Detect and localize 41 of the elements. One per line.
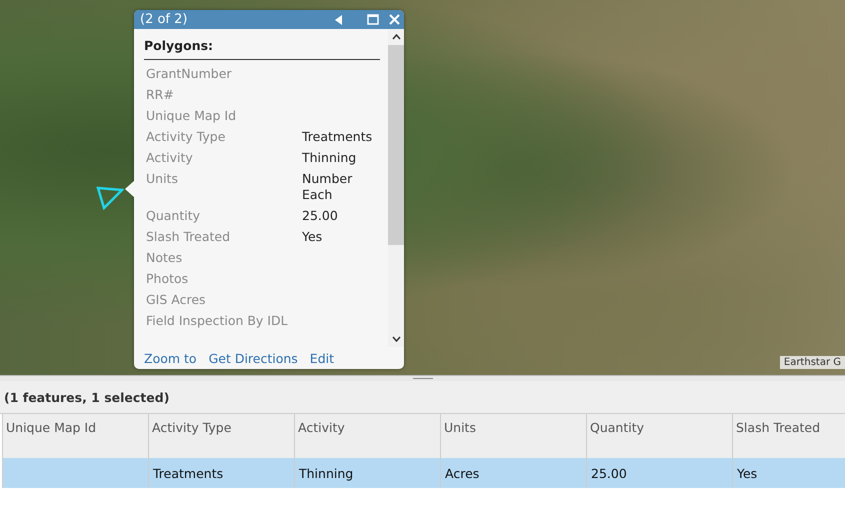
popup-pointer <box>125 180 135 198</box>
map-attribution: Earthstar G <box>780 356 845 369</box>
selection-summary: (1 features, 1 selected) <box>0 381 845 413</box>
action-link[interactable]: Get Directions <box>208 351 298 366</box>
field-label: GIS Acres <box>146 292 207 308</box>
table-cell: Thinning <box>299 466 354 480</box>
field-value: 25.00 <box>302 208 339 224</box>
close-icon[interactable] <box>389 14 400 25</box>
maximize-icon[interactable] <box>367 14 379 25</box>
table-cell: 25.00 <box>591 466 627 480</box>
field-label: Unique Map Id <box>146 108 238 124</box>
scroll-down-icon[interactable] <box>392 336 400 342</box>
previous-icon[interactable] <box>335 14 343 24</box>
scroll-up-icon[interactable] <box>392 34 400 40</box>
field-label: Activity <box>146 150 194 166</box>
field-value: Treatments <box>302 129 374 145</box>
field-label: Photos <box>146 271 190 287</box>
field-value: Number Each <box>302 171 354 203</box>
field-label: Units <box>146 171 179 188</box>
table-cell: Yes <box>737 466 758 480</box>
scroll-thumb[interactable] <box>388 45 404 245</box>
field-label: Field Inspection By IDL <box>146 313 289 329</box>
polygon-outline-icon <box>96 186 124 210</box>
field-label: RR# <box>146 87 175 103</box>
action-link[interactable]: Zoom to <box>144 351 197 366</box>
field-value: Thinning <box>302 150 358 166</box>
satellite-map-photo[interactable] <box>0 0 845 375</box>
field-value: Yes <box>302 229 324 245</box>
popup-title: (2 of 2) <box>140 12 188 27</box>
field-label: GrantNumber <box>146 66 233 82</box>
action-link[interactable]: Edit <box>310 351 334 366</box>
field-label: Notes <box>146 250 184 266</box>
field-label: Quantity <box>146 208 202 224</box>
layer-title: Polygons: <box>144 38 380 60</box>
field-label: Activity Type <box>146 129 226 145</box>
splitter-handle-icon[interactable] <box>412 378 432 379</box>
field-label: Slash Treated <box>146 229 232 245</box>
table-row[interactable]: Treatments Thinning Acres 25.00 Yes <box>2 458 845 488</box>
table-cell: Acres <box>445 466 480 480</box>
table-cell: Treatments <box>153 466 224 480</box>
scrollbar[interactable] <box>388 29 404 347</box>
